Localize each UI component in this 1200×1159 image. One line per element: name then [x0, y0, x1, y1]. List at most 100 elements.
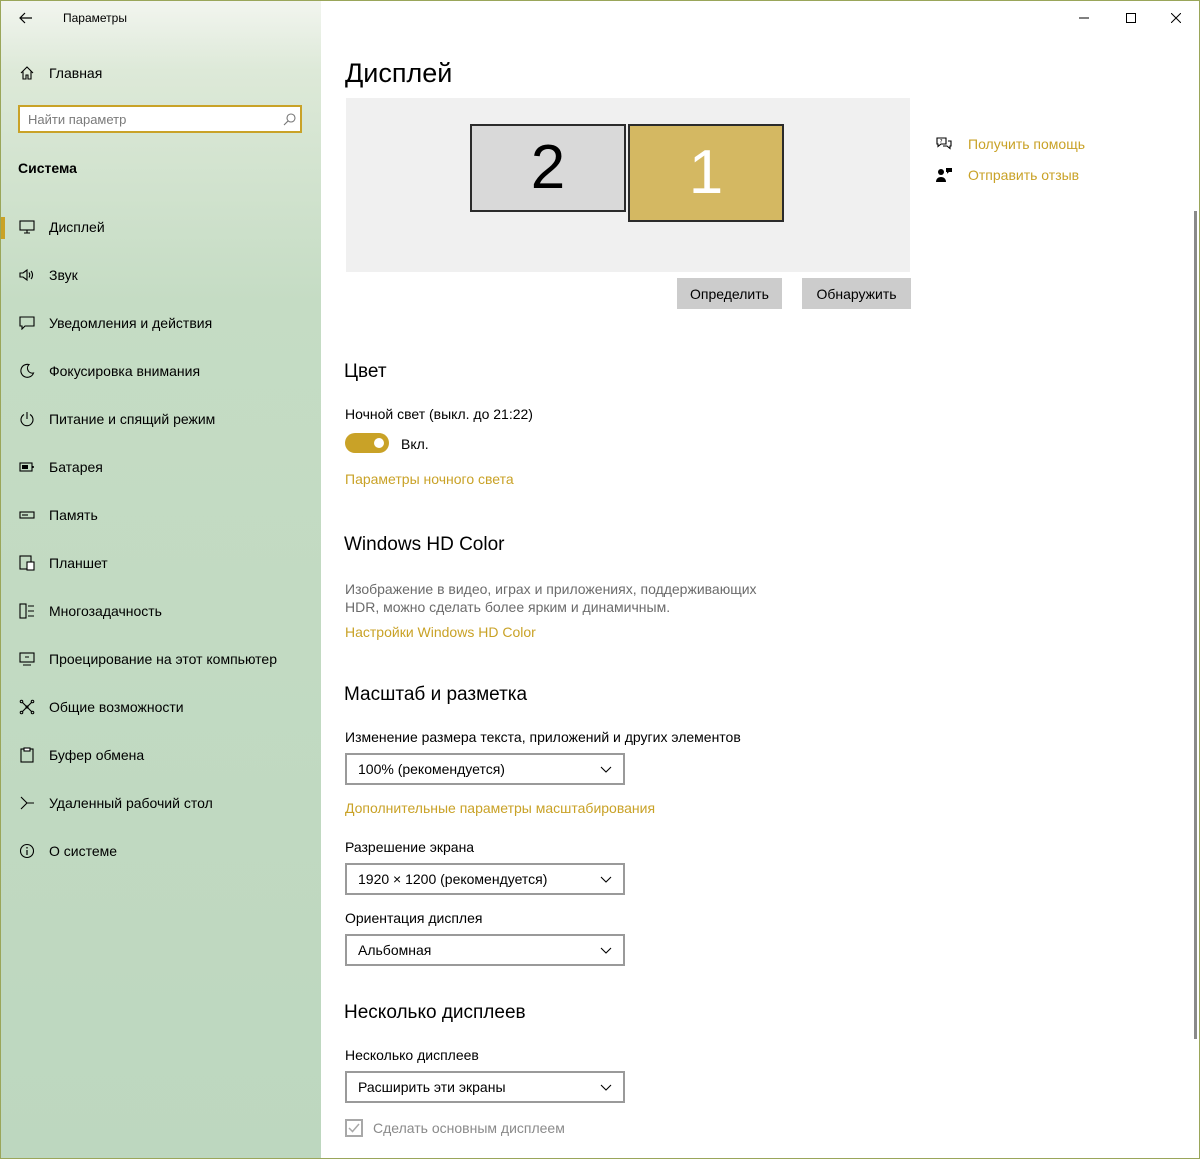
sidebar-item-label: Звук [49, 267, 78, 283]
hd-color-settings-link[interactable]: Настройки Windows HD Color [345, 624, 536, 640]
sidebar-item-power-sleep[interactable]: Питание и спящий режим [1, 395, 321, 443]
sidebar-item-projecting[interactable]: Проецирование на этот компьютер [1, 635, 321, 683]
night-light-toggle[interactable] [345, 433, 389, 453]
monitor-icon [18, 218, 36, 236]
svg-text:?: ? [940, 139, 943, 145]
sidebar: Параметры Главная Система Дисплей Звук [1, 1, 321, 1158]
monitor-1[interactable]: 1 [628, 124, 784, 222]
scale-select[interactable]: 100% (рекомендуется) [345, 753, 625, 785]
sidebar-item-display[interactable]: Дисплей [1, 203, 321, 251]
checkbox-box[interactable] [345, 1119, 363, 1137]
battery-icon [18, 458, 36, 476]
send-feedback-label: Отправить отзыв [968, 167, 1080, 183]
sidebar-item-label: Планшет [49, 555, 108, 571]
send-feedback-link[interactable]: Отправить отзыв [934, 167, 1079, 183]
chevron-down-icon [599, 762, 613, 776]
remote-desktop-icon [18, 794, 36, 812]
app-title: Параметры [63, 11, 127, 25]
sidebar-item-label: О системе [49, 843, 118, 859]
home-link[interactable]: Главная [17, 65, 102, 81]
page-title: Дисплей [345, 58, 453, 88]
multiple-displays-section-title: Несколько дисплеев [344, 1002, 526, 1023]
back-button[interactable] [11, 5, 41, 31]
help-chat-icon: ? [934, 136, 954, 152]
chevron-down-icon [599, 872, 613, 886]
sidebar-item-multitasking[interactable]: Многозадачность [1, 587, 321, 635]
sidebar-item-about[interactable]: О системе [1, 827, 321, 875]
search-box[interactable] [18, 105, 302, 133]
tablet-icon [18, 554, 36, 572]
projecting-icon [18, 650, 36, 668]
resolution-label: Разрешение экрана [345, 839, 475, 855]
storage-icon [18, 506, 36, 524]
sidebar-item-label: Общие возможности [49, 699, 184, 715]
sidebar-item-battery[interactable]: Батарея [1, 443, 321, 491]
sidebar-item-label: Буфер обмена [49, 747, 145, 763]
sidebar-item-label: Удаленный рабочий стол [49, 795, 213, 811]
hd-color-description-line-1: Изображение в видео, играх и приложениях… [345, 581, 757, 597]
power-icon [18, 410, 36, 428]
hd-color-description-line-2: HDR, можно сделать более ярким и динамич… [345, 599, 671, 615]
chevron-down-icon [599, 943, 613, 957]
sidebar-item-sound[interactable]: Звук [1, 251, 321, 299]
info-icon [18, 842, 36, 860]
search-input[interactable] [20, 111, 278, 127]
clipboard-icon [18, 746, 36, 764]
content-area: Дисплей 2 1 Определить Обнаружить ? Полу… [321, 1, 1199, 1158]
orientation-select-value: Альбомная [358, 942, 432, 958]
back-arrow-icon [19, 12, 32, 24]
scale-select-value: 100% (рекомендуется) [358, 761, 505, 777]
search-icon [278, 112, 300, 126]
hd-color-description: Изображение в видео, играх и приложениях… [345, 580, 775, 616]
home-icon [17, 65, 37, 81]
sidebar-item-label: Многозадачность [49, 603, 162, 619]
resolution-select[interactable]: 1920 × 1200 (рекомендуется) [345, 863, 625, 895]
orientation-select[interactable]: Альбомная [345, 934, 625, 966]
color-section-title: Цвет [344, 361, 387, 382]
make-main-display-label: Сделать основным дисплеем [373, 1120, 565, 1136]
advanced-scaling-link[interactable]: Дополнительные параметры масштабирования [345, 800, 655, 816]
monitor-2[interactable]: 2 [470, 124, 626, 212]
resolution-select-value: 1920 × 1200 (рекомендуется) [358, 871, 548, 887]
get-help-label: Получить помощь [968, 136, 1086, 152]
moon-icon [18, 362, 36, 380]
night-light-settings-link[interactable]: Параметры ночного света [345, 471, 514, 487]
checkmark-icon [348, 1123, 360, 1133]
feedback-icon [934, 167, 954, 183]
sidebar-item-notifications[interactable]: Уведомления и действия [1, 299, 321, 347]
sidebar-item-label: Дисплей [49, 219, 105, 235]
notification-icon [18, 314, 36, 332]
sidebar-item-tablet[interactable]: Планшет [1, 539, 321, 587]
sidebar-item-label: Батарея [49, 459, 103, 475]
settings-window: Параметры Главная Система Дисплей Звук [0, 0, 1200, 1159]
multiple-displays-label: Несколько дисплеев [345, 1047, 479, 1063]
toggle-knob [374, 438, 384, 448]
sidebar-item-label: Питание и спящий режим [49, 411, 216, 427]
sidebar-item-clipboard[interactable]: Буфер обмена [1, 731, 321, 779]
sidebar-item-focus-assist[interactable]: Фокусировка внимания [1, 347, 321, 395]
sidebar-item-label: Проецирование на этот компьютер [49, 651, 277, 667]
night-light-state: Вкл. [401, 436, 429, 452]
detect-button[interactable]: Обнаружить [802, 278, 911, 309]
scale-label: Изменение размера текста, приложений и д… [345, 729, 741, 745]
identify-button[interactable]: Определить [677, 278, 782, 309]
speaker-icon [18, 266, 36, 284]
shared-experiences-icon [18, 698, 36, 716]
orientation-label: Ориентация дисплея [345, 910, 483, 926]
multiple-displays-select-value: Расширить эти экраны [358, 1079, 506, 1095]
make-main-display-checkbox[interactable]: Сделать основным дисплеем [345, 1119, 565, 1137]
scrollbar[interactable] [1194, 211, 1197, 1039]
sidebar-item-label: Уведомления и действия [49, 315, 213, 331]
sidebar-item-label: Память [49, 507, 98, 523]
sidebar-item-storage[interactable]: Память [1, 491, 321, 539]
hd-color-section-title: Windows HD Color [344, 534, 505, 555]
get-help-link[interactable]: ? Получить помощь [934, 136, 1085, 152]
sidebar-section-title: Система [18, 160, 77, 176]
multitasking-icon [18, 602, 36, 620]
home-label: Главная [49, 65, 103, 81]
sidebar-item-remote-desktop[interactable]: Удаленный рабочий стол [1, 779, 321, 827]
sidebar-item-shared-experiences[interactable]: Общие возможности [1, 683, 321, 731]
multiple-displays-select[interactable]: Расширить эти экраны [345, 1071, 625, 1103]
sidebar-item-label: Фокусировка внимания [49, 363, 201, 379]
chevron-down-icon [599, 1080, 613, 1094]
